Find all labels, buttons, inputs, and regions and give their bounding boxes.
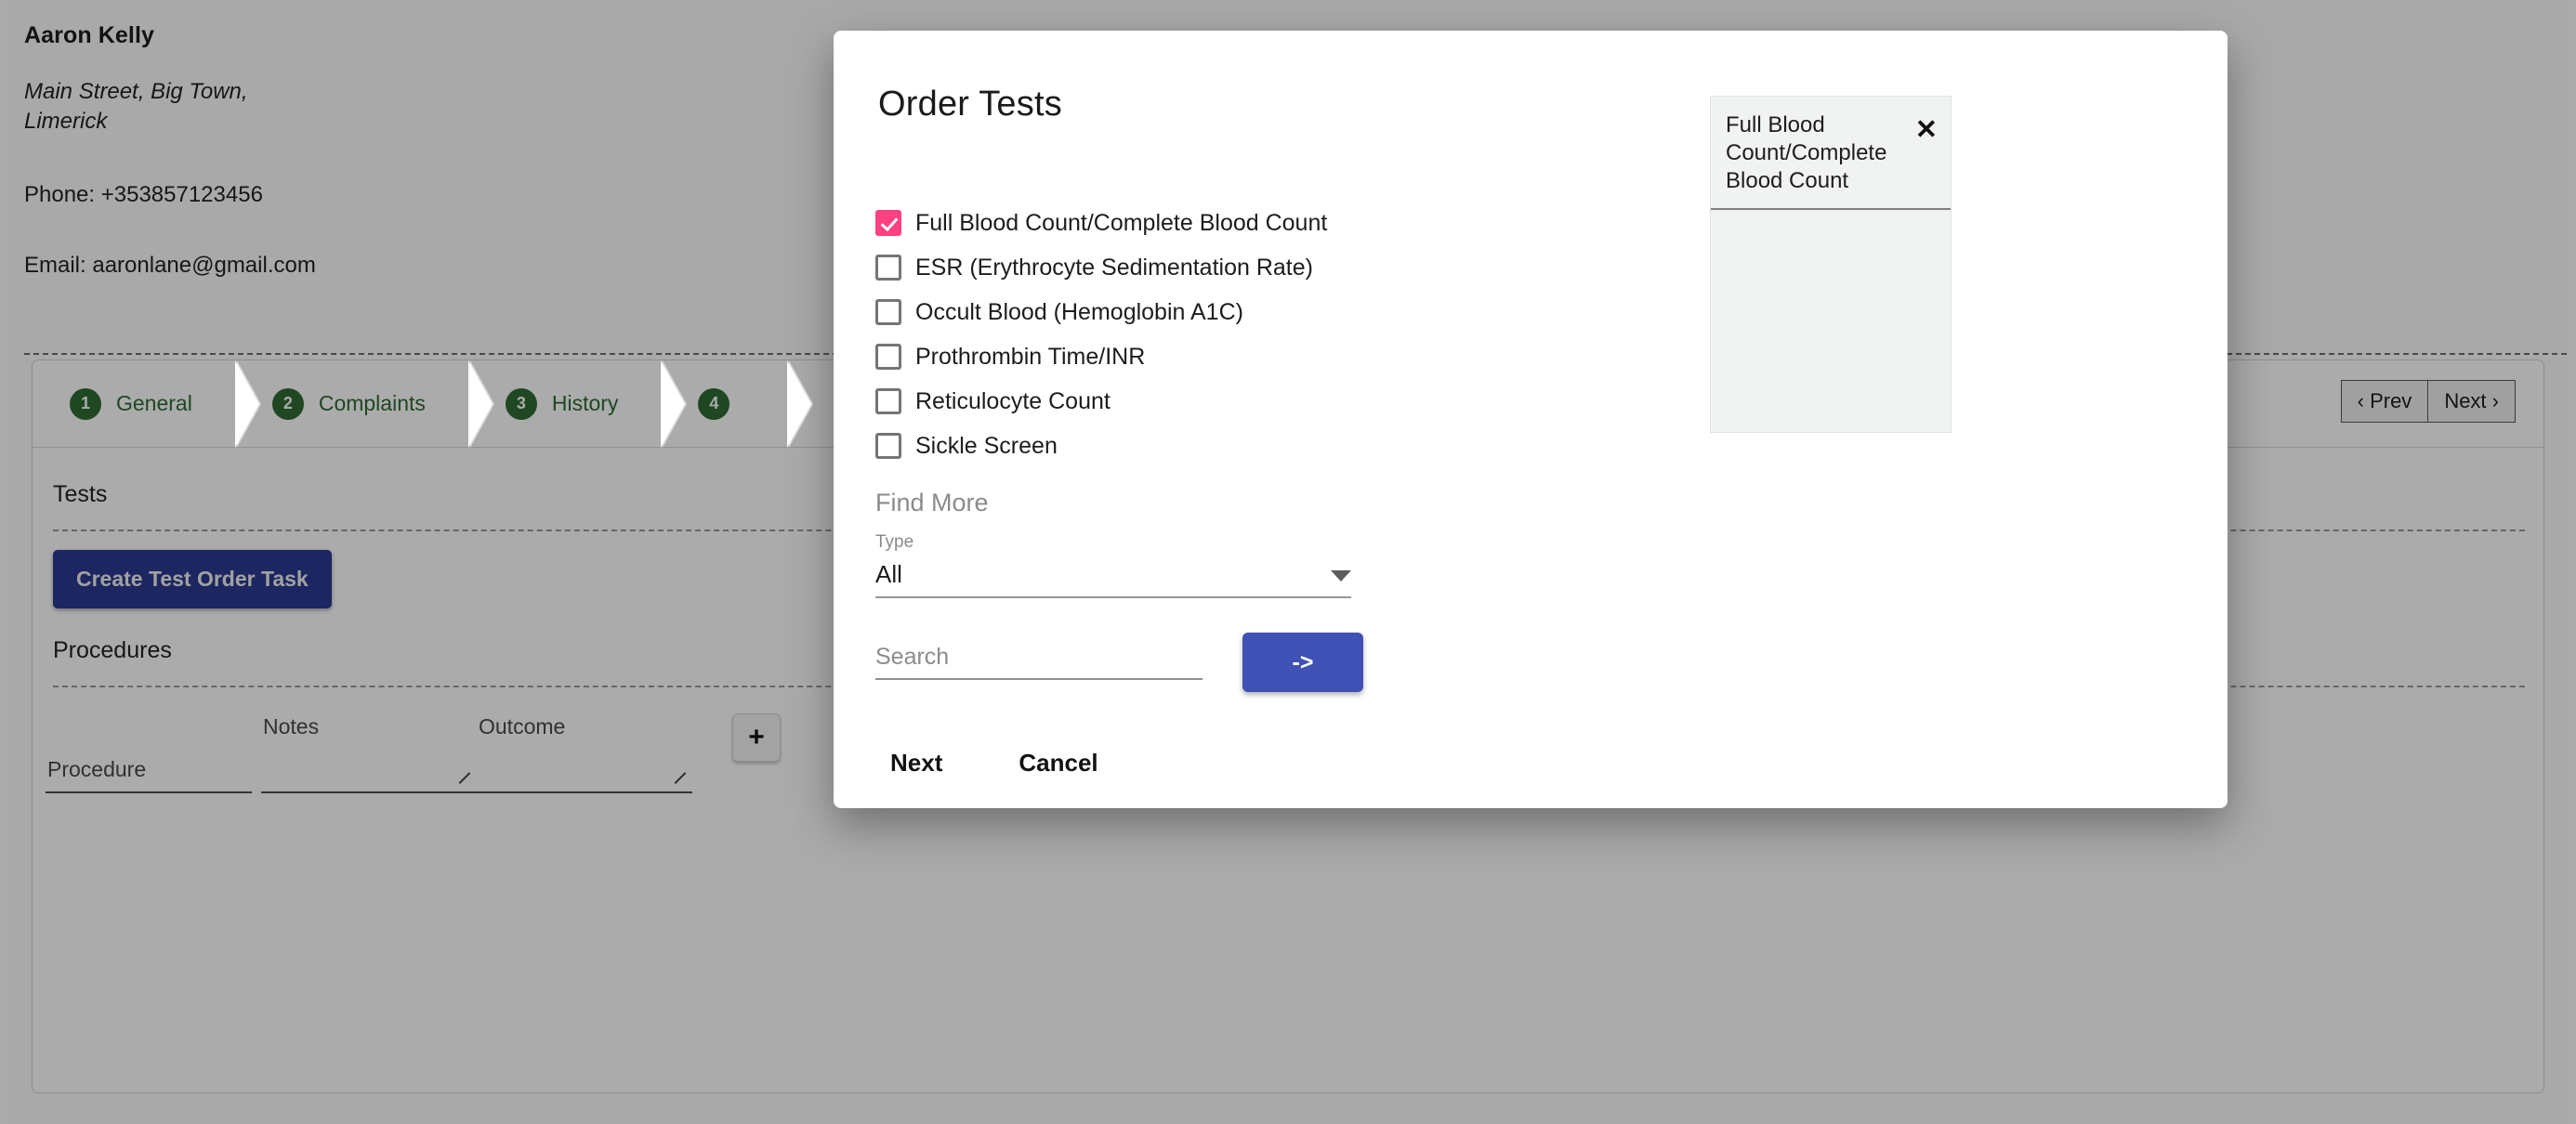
- test-option-label: Prothrombin Time/INR: [915, 343, 1146, 370]
- search-submit-button[interactable]: ->: [1242, 633, 1363, 692]
- dialog-actions: Next Cancel: [875, 741, 1113, 785]
- test-option-label: Sickle Screen: [915, 432, 1058, 459]
- selected-test-label: Full Blood Count/Complete Blood Count: [1726, 112, 1887, 193]
- search-input-placeholder: Search: [875, 644, 950, 670]
- checkbox-icon[interactable]: [875, 433, 901, 459]
- list-item: Full Blood Count/Complete Blood Count ✕: [1711, 97, 1951, 210]
- checkbox-icon[interactable]: [875, 255, 901, 281]
- test-option-prothrombin-time[interactable]: Prothrombin Time/INR: [875, 334, 1442, 379]
- dialog-title: Order Tests: [878, 85, 1062, 124]
- type-select-value: All: [875, 560, 902, 588]
- order-tests-dialog: Order Tests Full Blood Count/Complete Bl…: [834, 31, 2228, 808]
- chevron-down-icon[interactable]: [1331, 570, 1351, 582]
- test-option-label: Reticulocyte Count: [915, 387, 1111, 414]
- checkbox-icon[interactable]: [875, 344, 901, 370]
- find-more-heading: Find More: [875, 489, 989, 516]
- selected-tests-panel: Full Blood Count/Complete Blood Count ✕: [1710, 96, 1952, 433]
- test-option-label: Full Blood Count/Complete Blood Count: [915, 209, 1328, 236]
- test-option-occult-blood[interactable]: Occult Blood (Hemoglobin A1C): [875, 290, 1442, 334]
- dialog-cancel-button[interactable]: Cancel: [1004, 741, 1112, 785]
- test-checkbox-list: Full Blood Count/Complete Blood Count ES…: [875, 201, 1442, 468]
- type-select-label: Type: [875, 532, 914, 552]
- test-option-label: ESR (Erythrocyte Sedimentation Rate): [915, 254, 1313, 281]
- test-option-full-blood-count[interactable]: Full Blood Count/Complete Blood Count: [875, 201, 1442, 245]
- test-option-sickle-screen[interactable]: Sickle Screen: [875, 424, 1442, 468]
- test-option-label: Occult Blood (Hemoglobin A1C): [915, 298, 1243, 325]
- dialog-next-button[interactable]: Next: [875, 741, 957, 785]
- close-icon[interactable]: ✕: [1913, 111, 1939, 144]
- test-option-reticulocyte-count[interactable]: Reticulocyte Count: [875, 379, 1442, 424]
- checkbox-icon[interactable]: [875, 210, 901, 236]
- type-select[interactable]: Type All: [875, 532, 1351, 598]
- search-input[interactable]: Search: [875, 644, 1203, 680]
- test-option-esr[interactable]: ESR (Erythrocyte Sedimentation Rate): [875, 245, 1442, 290]
- checkbox-icon[interactable]: [875, 299, 901, 325]
- checkbox-icon[interactable]: [875, 388, 901, 414]
- type-select-control[interactable]: All: [875, 560, 1351, 598]
